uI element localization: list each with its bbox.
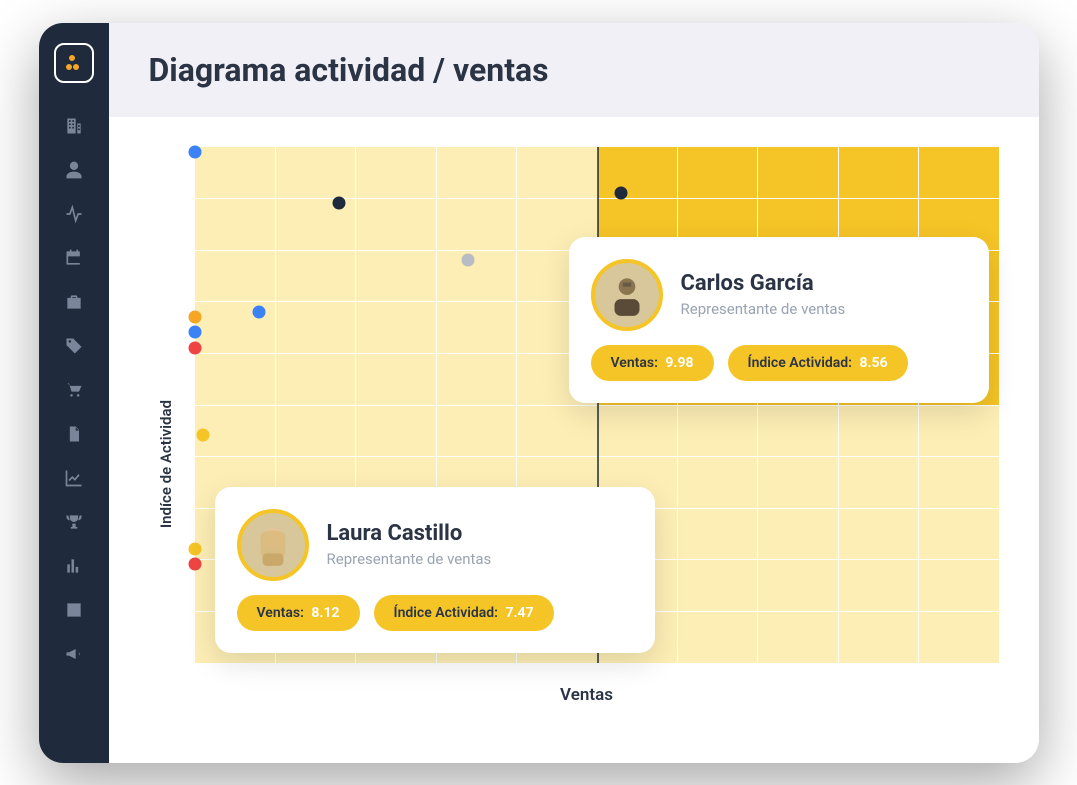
data-point[interactable]: [188, 558, 201, 571]
data-point[interactable]: [196, 429, 209, 442]
tooltip-card-carlos: Carlos García Representante de ventas Ve…: [569, 237, 989, 403]
nav-trophy-icon[interactable]: [63, 511, 85, 533]
tooltip-card-laura: Laura Castillo Representante de ventas V…: [215, 487, 655, 653]
nav-briefcase-icon[interactable]: [63, 291, 85, 313]
nav-activity-icon[interactable]: [63, 203, 85, 225]
nav-document-icon[interactable]: [63, 423, 85, 445]
data-point[interactable]: [188, 145, 201, 158]
card-role: Representante de ventas: [681, 300, 846, 318]
nav-user-icon[interactable]: [63, 159, 85, 181]
scatter-plot[interactable]: Ventas Carlos García Representante de ve…: [175, 147, 999, 723]
data-point[interactable]: [252, 305, 265, 318]
nav-bars-icon[interactable]: [63, 555, 85, 577]
nav-company-icon[interactable]: [63, 115, 85, 137]
sidebar: [39, 23, 109, 763]
app-window: Diagrama actividad / ventas Indíce de Ac…: [39, 23, 1039, 763]
data-point[interactable]: [188, 542, 201, 555]
data-point[interactable]: [461, 254, 474, 267]
data-point[interactable]: [188, 341, 201, 354]
pill-indice: Índice Actividad: 8.56: [728, 345, 908, 381]
data-point[interactable]: [188, 326, 201, 339]
card-role: Representante de ventas: [327, 550, 492, 568]
y-axis-label: Indíce de Actividad: [149, 340, 175, 528]
avatar: [591, 259, 663, 331]
data-point[interactable]: [188, 310, 201, 323]
avatar: [237, 509, 309, 581]
pill-indice: Índice Actividad: 7.47: [374, 595, 554, 631]
logo-icon: [66, 55, 82, 71]
nav-megaphone-icon[interactable]: [63, 643, 85, 665]
nav-calendar-icon[interactable]: [63, 247, 85, 269]
pill-ventas: Ventas: 8.12: [237, 595, 360, 631]
main-content: Diagrama actividad / ventas Indíce de Ac…: [109, 23, 1039, 763]
nav-tag-icon[interactable]: [63, 335, 85, 357]
app-logo[interactable]: [54, 43, 94, 83]
nav-cart-icon[interactable]: [63, 379, 85, 401]
pill-ventas: Ventas: 9.98: [591, 345, 714, 381]
card-name: Laura Castillo: [327, 521, 492, 546]
nav-chart-line-icon[interactable]: [63, 467, 85, 489]
x-axis-label: Ventas: [560, 685, 613, 705]
chart-area: Indíce de Actividad Ventas: [109, 117, 1039, 763]
nav-analytics-icon[interactable]: [63, 599, 85, 621]
page-header: Diagrama actividad / ventas: [109, 23, 1039, 117]
data-point[interactable]: [614, 186, 627, 199]
data-point[interactable]: [333, 197, 346, 210]
page-title: Diagrama actividad / ventas: [149, 51, 999, 89]
card-name: Carlos García: [681, 271, 846, 296]
